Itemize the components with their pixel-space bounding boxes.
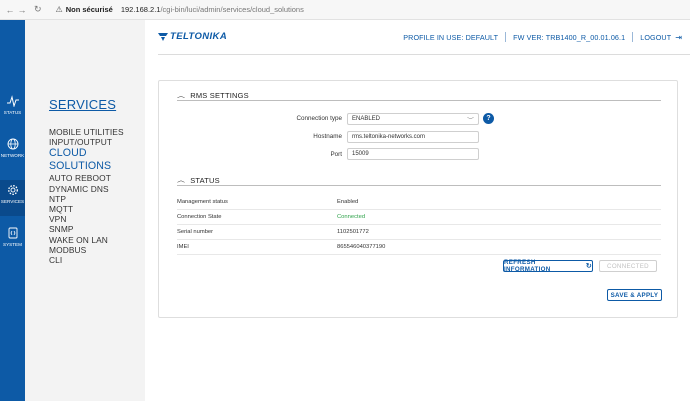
status-value: Enabled xyxy=(337,199,359,205)
sidebar-item-vpn[interactable]: VPN xyxy=(49,214,145,224)
rail-item-services[interactable]: SERVICES xyxy=(0,180,25,216)
sidebar-item-cli[interactable]: CLI xyxy=(49,255,145,265)
status-value: 865546040377190 xyxy=(337,244,386,250)
hostname-label: Hostname xyxy=(313,133,342,140)
refresh-icon: ↻ xyxy=(585,263,592,270)
sidebar-item-ntp[interactable]: NTP xyxy=(49,194,145,204)
status-key: Connection State xyxy=(177,214,222,220)
page-header: TELTONIKA PROFILE IN USE: DEFAULT FW VER… xyxy=(145,20,690,55)
back-icon[interactable]: ← xyxy=(4,5,16,15)
refresh-information-button[interactable]: REFRESH INFORMATION ↻ xyxy=(503,259,593,273)
rail-item-label: SYSTEM xyxy=(3,242,22,247)
gear-icon xyxy=(7,185,18,195)
connection-type-value: ENABLED xyxy=(352,116,381,122)
forward-icon[interactable]: → xyxy=(16,5,28,15)
address-bar[interactable]: ⚠ Non sécurisé 192.168.2.1/cgi-bin/luci/… xyxy=(56,5,304,14)
sidebar-menu: MOBILE UTILITIES INPUT/OUTPUT CLOUD SOLU… xyxy=(49,127,145,265)
system-icon xyxy=(8,227,17,239)
hostname-input[interactable]: rms.teltonika-networks.com xyxy=(347,131,479,143)
section-divider xyxy=(177,100,661,101)
header-info: PROFILE IN USE: DEFAULT FW VER: TRB1400_… xyxy=(403,32,682,42)
warning-icon: ⚠ xyxy=(55,5,63,14)
section-divider xyxy=(177,185,661,186)
status-key: IMEI xyxy=(177,244,189,250)
save-apply-button[interactable]: SAVE & APPLY xyxy=(607,289,662,301)
sidebar-item-cloud-solutions[interactable]: CLOUD SOLUTIONS xyxy=(49,147,145,173)
table-row: IMEI 865546040377190 xyxy=(177,240,661,255)
connected-button[interactable]: CONNECTED xyxy=(599,260,657,272)
status-key: Management status xyxy=(177,199,228,205)
globe-icon xyxy=(7,138,18,150)
sidebar-item-auto-reboot[interactable]: AUTO REBOOT xyxy=(49,173,145,183)
collapse-chevron-icon[interactable]: ︿ xyxy=(177,92,185,100)
section-title: STATUS xyxy=(190,176,220,185)
sidebar-item-wake-on-lan[interactable]: WAKE ON LAN xyxy=(49,235,145,245)
sidebar-item-mqtt[interactable]: MQTT xyxy=(49,204,145,214)
insecure-label: Non sécurisé xyxy=(65,5,113,14)
profile-in-use: PROFILE IN USE: DEFAULT xyxy=(403,32,499,42)
sidebar-item-modbus[interactable]: MODBUS xyxy=(49,245,145,255)
header-divider-line xyxy=(158,54,690,55)
rail-item-system[interactable]: SYSTEM xyxy=(0,227,25,247)
rail-item-status[interactable]: STATUS xyxy=(0,95,25,115)
connection-type-label: Connection type xyxy=(296,115,342,122)
sidebar-item-input-output[interactable]: INPUT/OUTPUT xyxy=(49,137,145,147)
url-host: 192.168.2.1 xyxy=(120,5,161,14)
logo-mark-icon xyxy=(158,32,168,41)
reload-icon[interactable]: ↻ xyxy=(34,4,42,15)
table-row: Management status Enabled xyxy=(177,195,661,210)
connection-type-select[interactable]: ENABLED ﹀ xyxy=(347,113,479,125)
table-row: Serial number 1102501772 xyxy=(177,225,661,240)
logo-text: TELTONIKA xyxy=(170,31,228,42)
rail-item-label: SERVICES xyxy=(0,199,25,204)
table-row: Connection State Connected xyxy=(177,210,661,225)
status-value: Connected xyxy=(337,214,366,220)
rail-item-label: STATUS xyxy=(3,110,22,115)
sidebar-item-dynamic-dns[interactable]: DYNAMIC DNS xyxy=(49,184,145,194)
button-label: REFRESH INFORMATION xyxy=(504,259,551,273)
status-value: 1102501772 xyxy=(337,229,369,235)
header-divider xyxy=(505,32,507,42)
logout-icon[interactable]: ⇥ xyxy=(675,33,682,42)
rail-item-label: NETWORK xyxy=(0,153,25,158)
help-icon[interactable]: ? xyxy=(483,113,494,124)
collapse-chevron-icon[interactable]: ︿ xyxy=(177,177,185,185)
firmware-version: FW VER: TRB1400_R_00.01.06.1 xyxy=(513,32,626,42)
sidebar-item-snmp[interactable]: SNMP xyxy=(49,224,145,234)
rms-panel: ︿ RMS SETTINGS Connection type ENABLED ﹀… xyxy=(158,80,678,318)
port-label: Port xyxy=(330,151,342,158)
port-input[interactable]: 15009 xyxy=(347,148,479,160)
section-title: RMS SETTINGS xyxy=(190,91,249,100)
rail-item-network[interactable]: NETWORK xyxy=(0,138,25,158)
browser-toolbar: ← → ↻ ⚠ Non sécurisé 192.168.2.1/cgi-bin… xyxy=(0,0,690,20)
chevron-down-icon: ﹀ xyxy=(467,117,474,123)
logo[interactable]: TELTONIKA xyxy=(158,31,227,42)
logout-link[interactable]: LOGOUT xyxy=(640,33,671,42)
sidebar-title: SERVICES xyxy=(49,97,117,112)
status-key: Serial number xyxy=(177,229,214,235)
section-sidebar: SERVICES MOBILE UTILITIES INPUT/OUTPUT C… xyxy=(25,20,145,401)
header-divider xyxy=(632,32,634,42)
main-nav-rail: STATUS NETWORK SERVICES SYSTEM xyxy=(0,20,25,401)
pulse-icon xyxy=(6,95,19,107)
url-path: /cgi-bin/luci/admin/services/cloud_solut… xyxy=(160,5,304,14)
sidebar-item-mobile-utilities[interactable]: MOBILE UTILITIES xyxy=(49,127,145,137)
